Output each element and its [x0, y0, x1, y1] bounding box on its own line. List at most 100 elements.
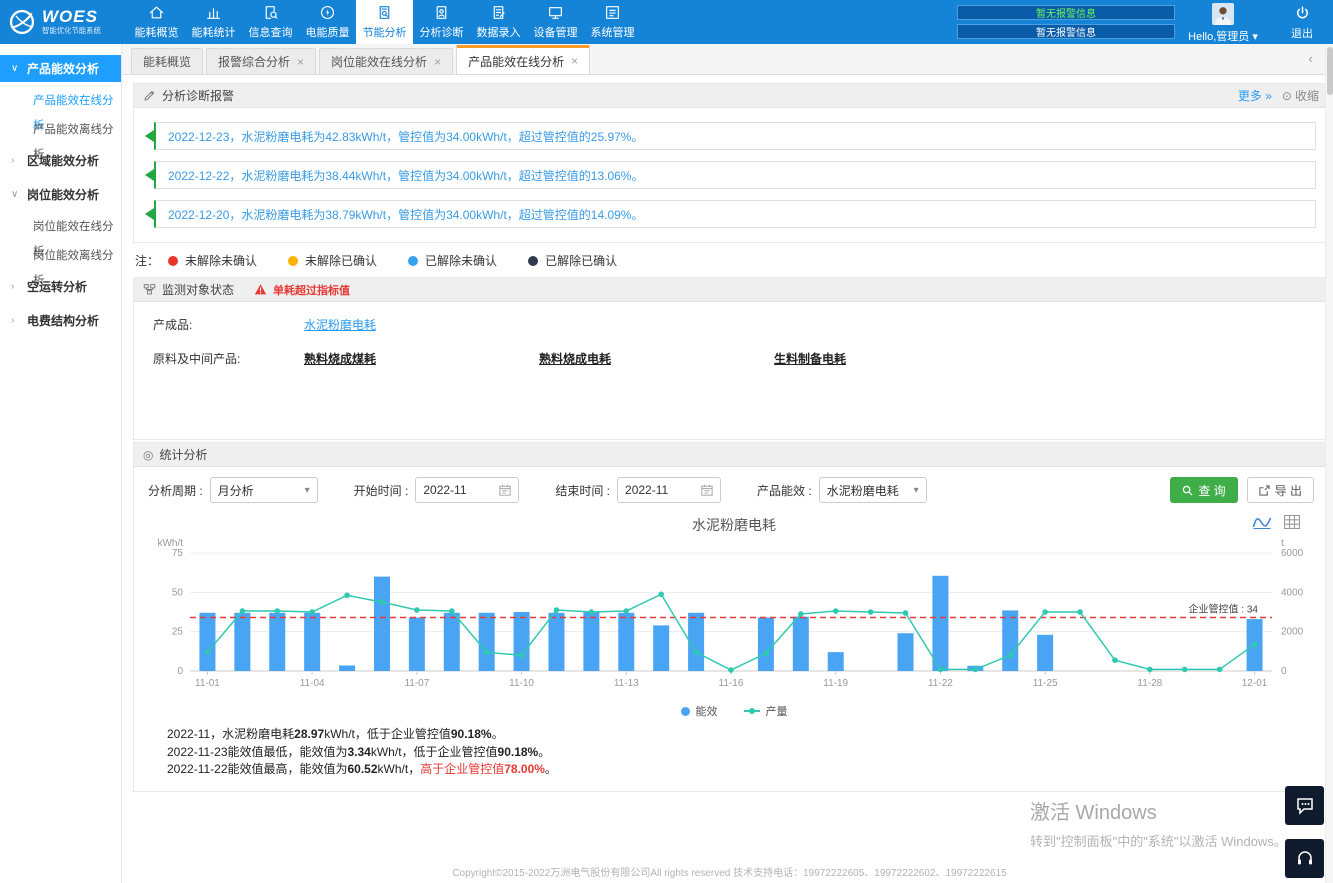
alert-row-1[interactable]: 2022-12-23，水泥粉磨电耗为42.83kWh/t，管控值为34.00kW…: [154, 122, 1316, 150]
search-icon: [1182, 485, 1193, 496]
sidebar-item-position-energy-online[interactable]: 岗位能效在线分析: [0, 215, 121, 240]
info-search-icon: [262, 4, 279, 21]
analysis-period-select[interactable]: 月分析▾: [210, 477, 318, 503]
pencil-icon: [143, 89, 156, 102]
alert-text: 2022-12-20，水泥粉磨电耗为38.79kWh/t，管控值为34.00kW…: [168, 206, 643, 223]
tab-position-energy-online[interactable]: 岗位能效在线分析 ×: [319, 48, 453, 74]
svg-text:kWh/t: kWh/t: [157, 538, 183, 549]
nav-item-info-query[interactable]: 信息查询: [242, 0, 299, 44]
production-line-icon: [744, 710, 760, 712]
collapse-button[interactable]: ⊙ 收缩: [1282, 87, 1319, 104]
export-button[interactable]: 导 出: [1247, 477, 1314, 503]
stats-icon: ◎: [143, 448, 153, 462]
status-legend: 注：未解除未确认未解除已确认已解除未确认已解除已确认: [133, 243, 1329, 277]
diagnosis-alert-panel: 分析诊断报警 更多 » ⊙ 收缩 2022-12-23，水泥粉磨电耗为42.83…: [133, 83, 1329, 243]
nav-item-energy-stats[interactable]: 能耗统计: [185, 0, 242, 44]
sidebar-item-position-energy-offline[interactable]: 岗位能效离线分析: [0, 244, 121, 269]
alert-row-3[interactable]: 2022-12-20，水泥粉磨电耗为38.79kWh/t，管控值为34.00kW…: [154, 200, 1316, 228]
avatar: [1212, 3, 1234, 25]
nav-item-label: 能耗统计: [192, 24, 236, 40]
chat-widget-button-2[interactable]: [1285, 839, 1324, 878]
system-icon: [604, 4, 621, 21]
scrollbar-thumb[interactable]: [1327, 47, 1333, 95]
more-link[interactable]: 更多 »: [1238, 87, 1272, 104]
sidebar: ∨产品能效分析产品能效在线分析产品能效离线分析 ›区域能效分析 ∨岗位能效分析岗位能…: [0, 44, 122, 883]
monitor-link[interactable]: 生料制备电耗: [774, 352, 846, 366]
legend-energy[interactable]: 能效: [681, 703, 718, 719]
headset-icon: [1295, 849, 1315, 869]
svg-text:11-07: 11-07: [404, 678, 429, 689]
nav-item-system-mgmt[interactable]: 系统管理: [584, 0, 641, 44]
alert-row-2[interactable]: 2022-12-22，水泥粉磨电耗为38.44kWh/t，管控值为34.00kW…: [154, 161, 1316, 189]
sidebar-group-product-energy-analysis[interactable]: ∨产品能效分析: [0, 55, 121, 82]
tab-close-icon[interactable]: ×: [571, 54, 578, 68]
monitor-link[interactable]: 熟料烧成电耗: [539, 352, 611, 366]
table-toggle-icon[interactable]: [1282, 514, 1302, 530]
nav-item-label: 分析诊断: [420, 24, 464, 40]
sidebar-group-label: 区域能效分析: [27, 152, 99, 169]
end-time-input[interactable]: 2022-11: [617, 477, 721, 503]
nav-item-device-mgmt[interactable]: 设备管理: [527, 0, 584, 44]
filter-label: 开始时间 :: [354, 482, 409, 499]
home-icon: [148, 4, 165, 21]
search-button[interactable]: 查 询: [1170, 477, 1237, 503]
tabbar: 能耗概览报警综合分析×岗位能效在线分析×产品能效在线分析× ‹ ›: [122, 44, 1333, 75]
alarm-banner-bottom[interactable]: 暂无报警信息: [957, 24, 1175, 39]
alert-marker-icon: [145, 169, 154, 181]
tab-label: 岗位能效在线分析: [331, 53, 427, 70]
tab-close-icon[interactable]: ×: [297, 55, 304, 69]
status-dot-icon: [408, 256, 418, 266]
tab-close-icon[interactable]: ×: [434, 55, 441, 69]
tab-label: 报警综合分析: [218, 53, 290, 70]
nav-item-power-quality[interactable]: 电能质量: [299, 0, 356, 44]
line-chart-toggle-icon[interactable]: [1252, 514, 1272, 530]
user-menu[interactable]: Hello,管理员 ▾: [1175, 0, 1271, 44]
alarm-banner-top[interactable]: 暂无报警信息: [957, 5, 1175, 20]
tabs-scroll-left-icon[interactable]: ‹: [1308, 51, 1312, 66]
svg-text:11-10: 11-10: [509, 678, 534, 689]
summary-line: 2022-11-23能效值最低，能效值为3.34kWh/t，低于企业管控值90.…: [167, 744, 1324, 762]
monitor-row: 产成品:水泥粉磨电耗: [153, 316, 1328, 333]
chart-area: 水泥粉磨电耗 02550750200040006000kWh/tt11-0111…: [134, 511, 1328, 791]
legend-item: 已解除未确认: [408, 252, 497, 269]
nav-item-label: 能耗概览: [135, 24, 179, 40]
vertical-scrollbar[interactable]: [1325, 44, 1333, 883]
sidebar-item-product-energy-offline[interactable]: 产品能效离线分析: [0, 118, 121, 143]
sidebar-group-label: 产品能效分析: [27, 60, 99, 77]
copyright-footer: Copyright©2015-2022万洲电气股份有限公司All rights …: [122, 864, 1333, 879]
svg-text:50: 50: [172, 587, 184, 598]
tab-alarm-analysis[interactable]: 报警综合分析 ×: [206, 48, 316, 74]
sidebar-group-idle-run-analysis[interactable]: ›空运转分析: [0, 273, 121, 300]
legend-production[interactable]: 产量: [744, 703, 788, 719]
svg-text:企业管控值 : 34: 企业管控值 : 34: [1189, 603, 1259, 616]
export-icon: [1259, 485, 1270, 496]
app-subtitle: 智能优化节能系统: [42, 25, 101, 35]
logout-label: 退出: [1271, 25, 1333, 41]
monitor-status-icon: [143, 283, 156, 296]
filter-label: 分析周期 :: [148, 482, 203, 499]
monitor-link[interactable]: 熟料烧成煤耗: [304, 352, 376, 366]
tab-label: 产品能效在线分析: [468, 53, 564, 70]
summary-line: 2022-11-22能效值最高，能效值为60.52kWh/t，高于企业管控值78…: [167, 761, 1324, 779]
nav-item-label: 节能分析: [363, 24, 407, 40]
sidebar-item-product-energy-online[interactable]: 产品能效在线分析: [0, 89, 121, 114]
logout-button[interactable]: 退出: [1271, 0, 1333, 44]
nav-item-label: 系统管理: [591, 24, 635, 40]
product-energy-select[interactable]: 水泥粉磨电耗▾: [819, 477, 927, 503]
energy-dot-icon: [681, 707, 690, 716]
tab-product-energy-online[interactable]: 产品能效在线分析 ×: [456, 45, 590, 74]
start-time-input[interactable]: 2022-11: [415, 477, 519, 503]
nav-item-energy-analysis[interactable]: 节能分析: [356, 0, 413, 44]
chart-legend: 能效 产量: [144, 698, 1324, 722]
nav-item-energy-overview[interactable]: 能耗概览: [128, 0, 185, 44]
sidebar-group-electricity-cost-analysis[interactable]: ›电费结构分析: [0, 307, 121, 334]
nav-item-data-entry[interactable]: 数据录入: [470, 0, 527, 44]
sidebar-group-region-energy-analysis[interactable]: ›区域能效分析: [0, 147, 121, 174]
app-title: WOES: [42, 8, 106, 25]
nav-item-analysis-diagnosis[interactable]: 分析诊断: [413, 0, 470, 44]
chat-widget-button-1[interactable]: [1285, 786, 1324, 825]
sidebar-group-position-energy-analysis[interactable]: ∨岗位能效分析: [0, 181, 121, 208]
monitor-link[interactable]: 水泥粉磨电耗: [304, 318, 376, 332]
tab-energy-overview[interactable]: 能耗概览: [131, 48, 203, 74]
device-icon: [547, 4, 564, 21]
